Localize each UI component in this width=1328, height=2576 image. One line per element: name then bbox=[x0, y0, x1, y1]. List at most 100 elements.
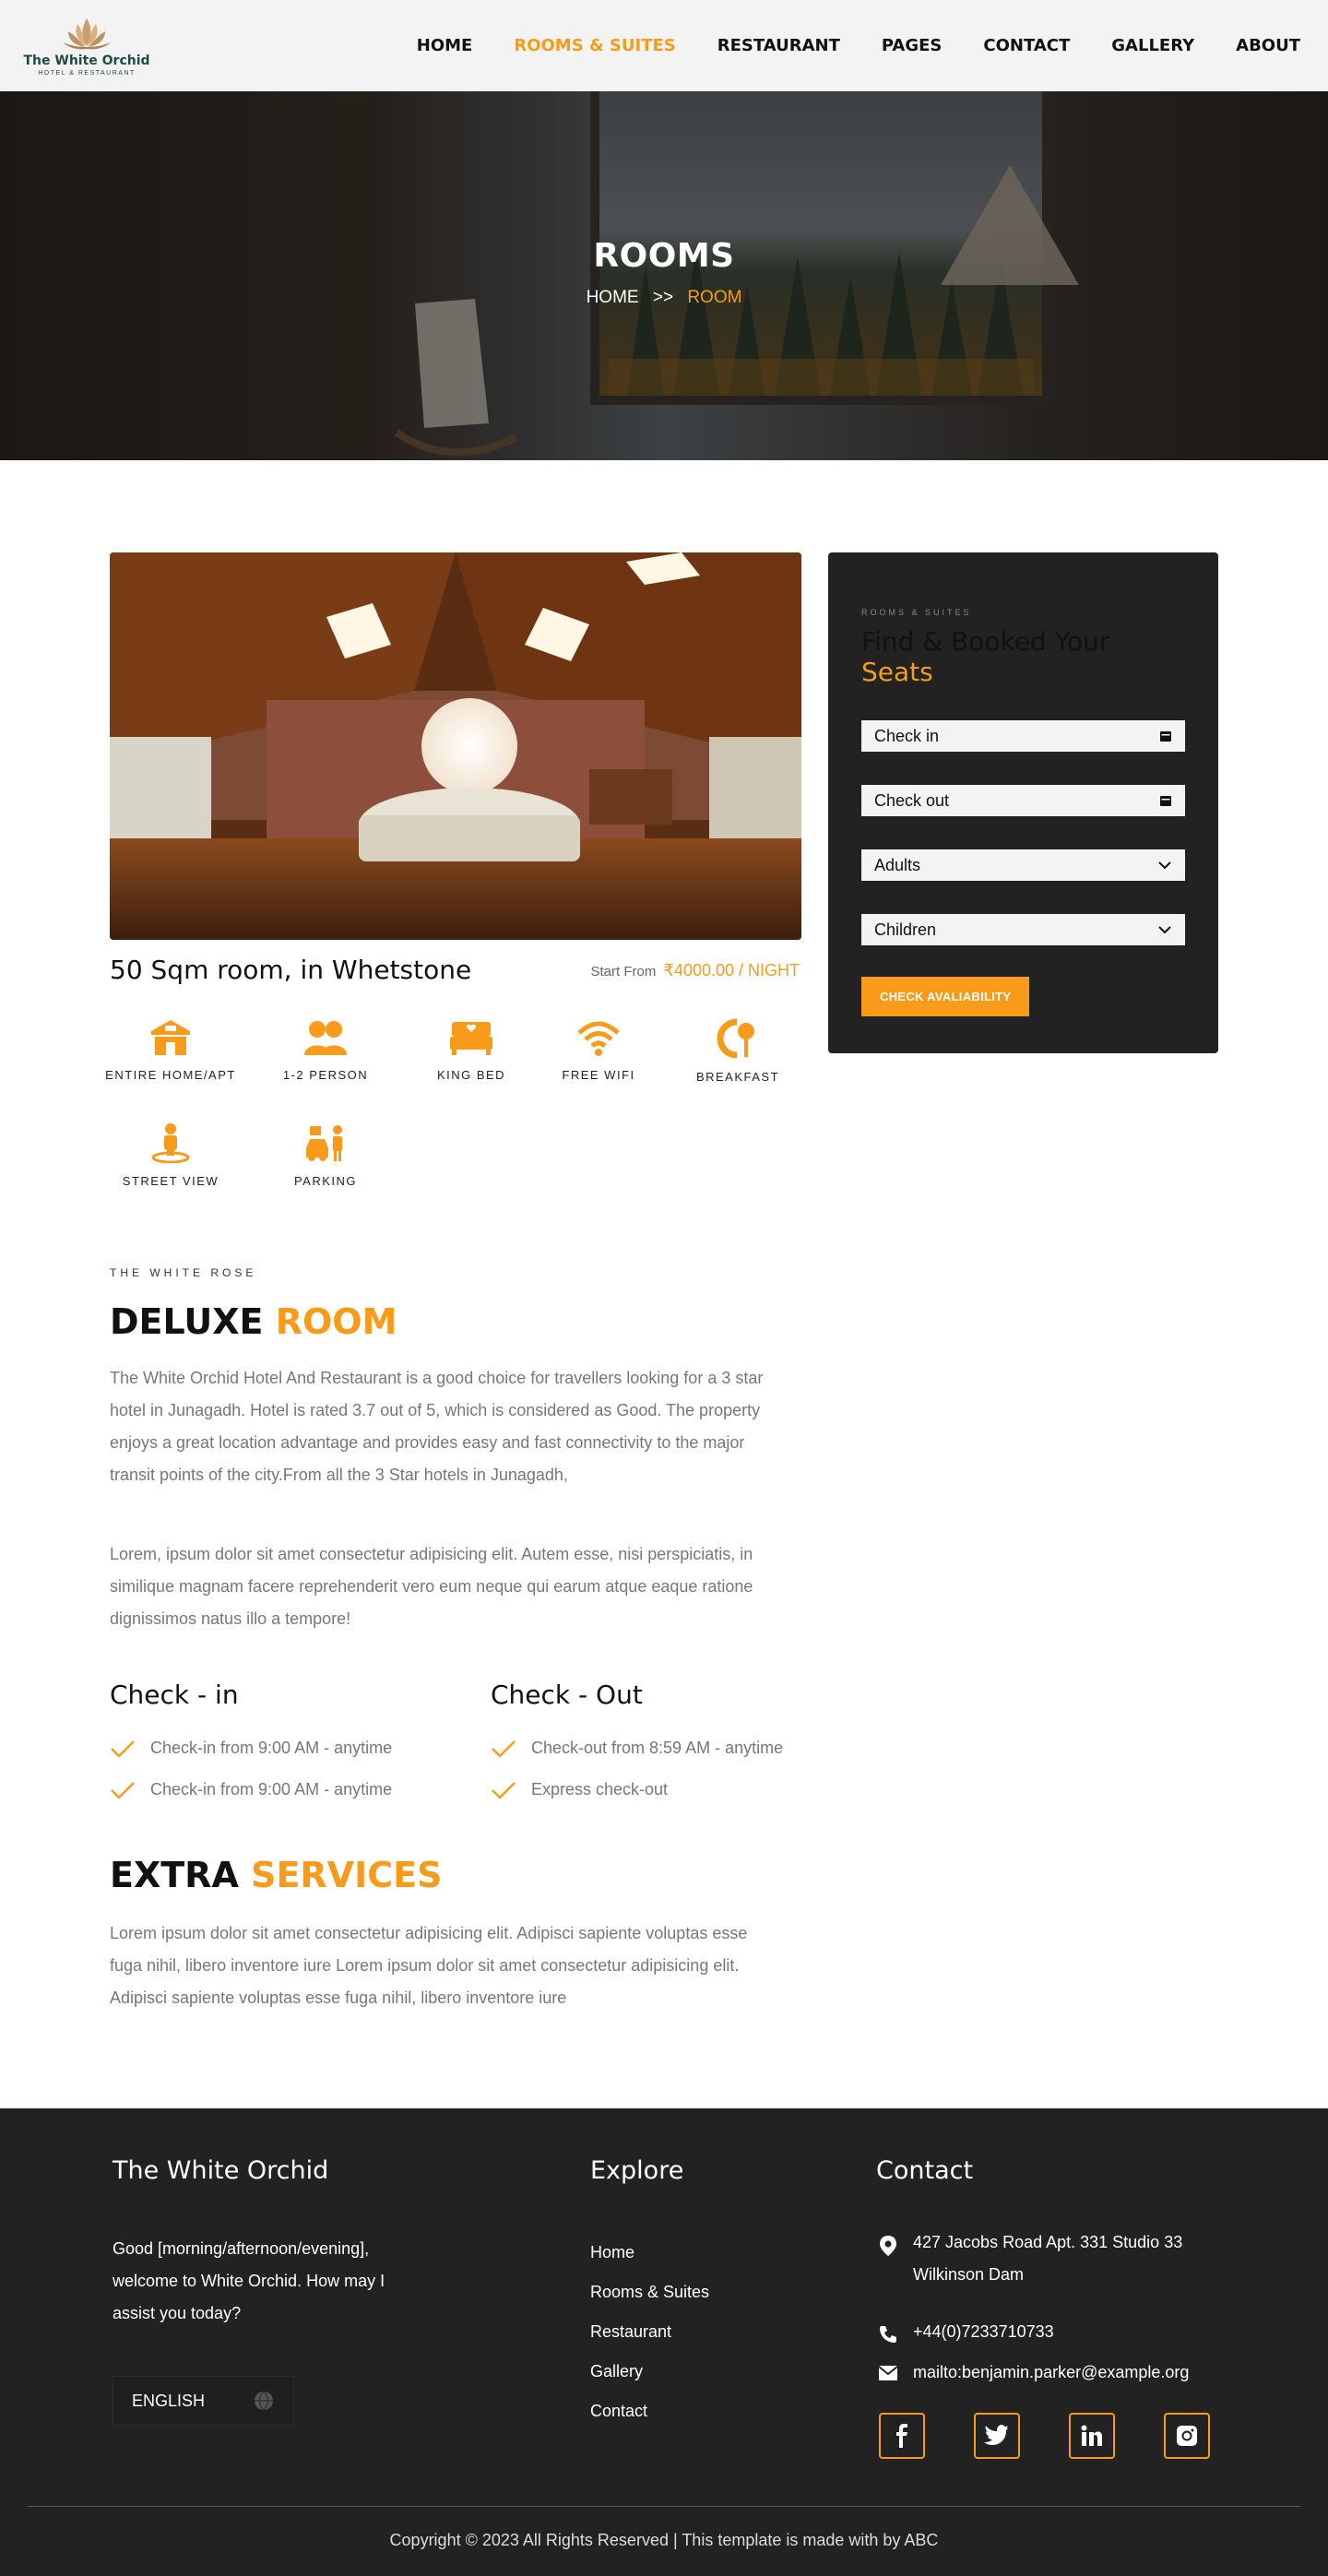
amenity-label: FREE WIFI bbox=[562, 1068, 635, 1082]
about-paragraph-1: The White Orchid Hotel And Restaurant is… bbox=[110, 1369, 764, 1484]
amenity-label: PARKING bbox=[293, 1174, 358, 1188]
copyright-text: Copyright © 2023 All Rights Reserved | T… bbox=[389, 2531, 939, 2549]
checkmark-icon bbox=[111, 1739, 135, 1758]
footer-link-restaurant[interactable]: Restaurant bbox=[590, 2312, 709, 2352]
breadcrumb-current: ROOM bbox=[687, 288, 742, 307]
street-view-icon bbox=[151, 1123, 190, 1163]
footer-link-contact[interactable]: Contact bbox=[590, 2392, 709, 2431]
footer-brand-title: The White Orchid bbox=[113, 2156, 329, 2185]
amenity-street-view: STREET VIEW bbox=[101, 1122, 240, 1188]
check-in-item: Check-in from 9:00 AM - anytime bbox=[110, 1780, 392, 1799]
check-in-label: Check in bbox=[874, 726, 940, 745]
nav-restaurant[interactable]: RESTAURANT bbox=[717, 36, 840, 55]
footer-address: 427 Jacobs Road Apt. 331 Studio 33 Wilki… bbox=[878, 2226, 1210, 2291]
amenity-free-wifi: FREE WIFI bbox=[529, 1018, 668, 1082]
persons-icon bbox=[304, 1021, 347, 1055]
amenity-entire-home: ENTIRE HOME/APT bbox=[101, 1018, 240, 1082]
heading-accent: ROOM bbox=[275, 1301, 397, 1342]
brand-tagline: HOTEL & RESTAURANT bbox=[38, 70, 136, 77]
booking-title: Find & Booked Your Seats bbox=[861, 626, 1185, 687]
breadcrumb-home[interactable]: HOME bbox=[587, 288, 639, 307]
amenity-breakfast: BREAKFAST bbox=[669, 1018, 807, 1084]
nav-contact[interactable]: CONTACT bbox=[983, 36, 1070, 55]
checkmark-icon bbox=[492, 1739, 516, 1758]
about-paragraph-2: Lorem, ipsum dolor sit amet consectetur … bbox=[110, 1545, 753, 1628]
footer-link-home[interactable]: Home bbox=[590, 2233, 709, 2273]
footer-divider bbox=[28, 2506, 1300, 2507]
page-title: ROOMS bbox=[593, 237, 735, 275]
footer-link-gallery[interactable]: Gallery bbox=[590, 2352, 709, 2392]
room-photo bbox=[110, 552, 801, 940]
breakfast-icon bbox=[717, 1018, 754, 1059]
twitter-icon bbox=[984, 2425, 1009, 2445]
parking-icon bbox=[306, 1125, 342, 1161]
footer-contact-title: Contact bbox=[876, 2156, 974, 2185]
check-in-item: Check-in from 9:00 AM - anytime bbox=[110, 1739, 392, 1758]
check-out-item-text: Express check-out bbox=[531, 1780, 669, 1798]
phone-text: +44(0)7233710733 bbox=[913, 2322, 1054, 2341]
nav-rooms-suites[interactable]: ROOMS & SUITES bbox=[514, 36, 675, 55]
calendar-icon bbox=[1160, 731, 1171, 742]
linkedin-icon bbox=[1081, 2425, 1102, 2446]
site-footer: The White Orchid Good [morning/afternoon… bbox=[0, 2108, 1328, 2576]
heading-accent: SERVICES bbox=[251, 1855, 443, 1895]
check-availability-button[interactable]: CHECK AVALIABILITY bbox=[861, 977, 1030, 1016]
check-out-field[interactable]: Check out bbox=[861, 785, 1185, 816]
heading-main: DELUXE bbox=[110, 1301, 264, 1342]
amenity-persons: 1-2 PERSON bbox=[256, 1018, 395, 1082]
footer-explore-title: Explore bbox=[590, 2156, 684, 2185]
room-price: Start From ₹4000.00 / NIGHT bbox=[590, 961, 800, 980]
nav-pages[interactable]: PAGES bbox=[882, 36, 943, 55]
room-title: 50 Sqm room, in Whetstone bbox=[110, 955, 472, 985]
language-selector[interactable]: ENGLISH bbox=[113, 2376, 294, 2426]
check-in-field[interactable]: Check in bbox=[861, 720, 1185, 752]
breadcrumb: HOME >> ROOM bbox=[0, 288, 1328, 308]
footer-phone[interactable]: +44(0)7233710733 bbox=[878, 2316, 1054, 2348]
children-select[interactable]: Children bbox=[861, 914, 1185, 945]
wifi-icon bbox=[577, 1021, 620, 1056]
nav-about[interactable]: ABOUT bbox=[1236, 36, 1300, 55]
footer-email[interactable]: mailto:benjamin.parker@example.org bbox=[878, 2356, 1189, 2389]
check-in-item-text: Check-in from 9:00 AM - anytime bbox=[150, 1739, 393, 1757]
footer-link-rooms[interactable]: Rooms & Suites bbox=[590, 2273, 709, 2312]
linkedin-link[interactable] bbox=[1069, 2413, 1115, 2459]
amenity-label: BREAKFAST bbox=[695, 1070, 780, 1084]
mail-icon bbox=[878, 2366, 898, 2380]
facebook-icon bbox=[896, 2424, 907, 2448]
instagram-icon bbox=[1177, 2426, 1197, 2446]
facebook-link[interactable] bbox=[879, 2413, 925, 2459]
globe-icon bbox=[255, 2391, 273, 2411]
chevron-down-icon bbox=[1158, 861, 1171, 870]
checkmark-icon bbox=[111, 1781, 135, 1799]
check-out-item: Check-out from 8:59 AM - anytime bbox=[491, 1739, 783, 1758]
price-value: ₹4000.00 / NIGHT bbox=[663, 961, 800, 979]
nav-home[interactable]: HOME bbox=[417, 36, 473, 55]
check-out-item: Express check-out bbox=[491, 1780, 668, 1799]
email-text: mailto:benjamin.parker@example.org bbox=[913, 2363, 1190, 2381]
language-label: ENGLISH bbox=[132, 2391, 206, 2410]
top-nav: The White Orchid HOTEL & RESTAURANT HOME… bbox=[0, 0, 1328, 91]
check-in-item-text: Check-in from 9:00 AM - anytime bbox=[150, 1780, 393, 1798]
bed-icon bbox=[450, 1022, 492, 1055]
booking-panel: ROOMS & SUITES Find & Booked Your Seats … bbox=[828, 552, 1218, 1053]
booking-title-main: Find & Booked Your bbox=[861, 626, 1110, 657]
check-in-heading: Check - in bbox=[110, 1680, 239, 1710]
location-pin-icon bbox=[880, 2236, 896, 2256]
amenity-parking: PARKING bbox=[256, 1122, 395, 1188]
amenity-label: ENTIRE HOME/APT bbox=[105, 1068, 236, 1082]
amenity-label: 1-2 PERSON bbox=[282, 1068, 369, 1082]
children-label: Children bbox=[874, 920, 937, 939]
nav-gallery[interactable]: GALLERY bbox=[1111, 36, 1194, 55]
room-details: 50 Sqm room, in Whetstone Start From ₹40… bbox=[0, 460, 1328, 2108]
breadcrumb-separator: >> bbox=[652, 288, 674, 307]
adults-select[interactable]: Adults bbox=[861, 849, 1185, 881]
phone-icon bbox=[880, 2326, 896, 2343]
price-prefix: Start From bbox=[590, 964, 657, 979]
deluxe-room-heading: DELUXE ROOM bbox=[110, 1301, 397, 1342]
main-menu: HOME ROOMS & SUITES RESTAURANT PAGES CON… bbox=[375, 36, 1300, 55]
check-out-heading: Check - Out bbox=[491, 1680, 643, 1710]
instagram-link[interactable] bbox=[1164, 2413, 1210, 2459]
amenity-label: KING BED bbox=[436, 1068, 506, 1082]
brand-logo[interactable]: The White Orchid HOTEL & RESTAURANT bbox=[23, 15, 150, 77]
twitter-link[interactable] bbox=[974, 2413, 1020, 2459]
